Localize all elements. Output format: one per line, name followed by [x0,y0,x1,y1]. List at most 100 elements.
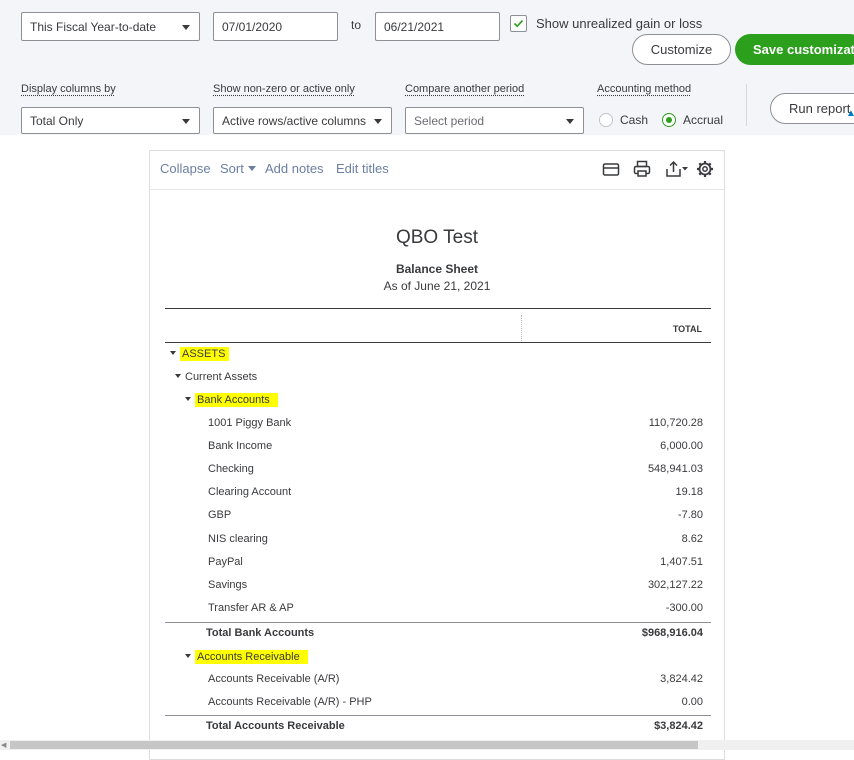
run-report-button[interactable]: Run report [770,93,854,124]
row-value[interactable]: 19.18 [675,486,703,498]
header-bottom-rule [165,342,711,343]
print-icon[interactable] [632,159,652,179]
sort-label: Sort [220,161,244,176]
section-row-bank-accounts[interactable]: Bank Accounts [165,390,711,413]
row-label: Total Accounts Receivable [206,720,345,732]
email-icon[interactable] [601,159,621,179]
row-label: Accounts Receivable (A/R) - PHP [208,696,372,708]
table-row[interactable]: Accounts Receivable (A/R) 3,824.42 [165,669,711,692]
compare-period-select[interactable]: Select period [405,107,584,134]
report-title: Balance Sheet [150,262,724,276]
chevron-down-icon [374,119,382,124]
row-value[interactable]: 110,720.28 [649,417,703,429]
date-range-value: This Fiscal Year-to-date [30,20,156,34]
run-report-dropdown-icon[interactable]: ▲ [846,108,854,119]
row-value[interactable]: -7.80 [678,509,703,521]
table-row[interactable]: Bank Income 6,000.00 [165,436,711,459]
row-label: Bank Accounts [195,393,278,407]
save-customization-button[interactable]: Save customizatio [735,34,854,65]
row-value[interactable]: 1,407.51 [660,556,703,568]
table-row[interactable]: Savings 302,127.22 [165,575,711,598]
row-value[interactable]: 0.00 [682,696,703,708]
table-row[interactable]: Accounts Receivable (A/R) - PHP 0.00 [165,692,711,715]
customize-button[interactable]: Customize [632,34,731,65]
header-top-rule [165,308,711,309]
edit-titles-link[interactable]: Edit titles [336,161,389,176]
table-row[interactable]: Clearing Account 19.18 [165,482,711,505]
unrealized-label: Show unrealized gain or loss [536,16,702,31]
company-name: QBO Test [150,227,724,249]
collapse-triangle-icon[interactable] [170,351,176,355]
checkmark-icon [511,16,526,31]
chevron-down-icon [182,119,190,124]
divider [746,84,747,126]
collapse-triangle-icon[interactable] [185,397,191,401]
row-label: Clearing Account [208,486,291,498]
report-toolbar: Collapse Sort Add notes Edit titles [150,151,724,190]
row-label: GBP [208,509,231,521]
date-range-select[interactable]: This Fiscal Year-to-date [21,12,200,41]
collapse-triangle-icon[interactable] [185,654,191,658]
compare-period-value: Select period [414,114,484,128]
display-columns-select[interactable]: Total Only [21,107,200,134]
row-label: Accounts Receivable (A/R) [208,673,339,685]
row-label: Transfer AR & AP [208,602,294,614]
scrollbar-thumb[interactable] [10,741,698,749]
table-row[interactable]: Checking 548,941.03 [165,459,711,482]
row-value[interactable]: -300.00 [666,602,703,614]
row-value[interactable]: $3,824.42 [654,720,703,732]
chevron-down-icon [248,166,256,171]
row-label: Current Assets [185,371,257,383]
add-notes-link[interactable]: Add notes [265,161,324,176]
row-label: Savings [208,579,247,591]
total-row-accounts-receivable[interactable]: Total Accounts Receivable $3,824.42 [165,716,711,739]
start-date-input[interactable]: 07/01/2020 [213,12,338,41]
table-row[interactable]: Transfer AR & AP -300.00 [165,598,711,621]
horizontal-scrollbar[interactable]: ◀ [0,740,854,750]
table-row[interactable]: 1001 Piggy Bank 110,720.28 [165,413,711,436]
column-divider [521,315,522,341]
display-columns-label: Display columns by [21,83,116,95]
row-label: 1001 Piggy Bank [208,417,291,429]
export-icon[interactable] [664,159,690,179]
chevron-down-icon [566,119,574,124]
row-label: NIS clearing [208,533,268,545]
section-row-accounts-receivable[interactable]: Accounts Receivable [165,647,711,670]
row-value[interactable]: 548,941.03 [648,463,703,475]
table-row[interactable]: PayPal 1,407.51 [165,552,711,575]
row-value[interactable]: 302,127.22 [648,579,703,591]
row-label: Accounts Receivable [195,650,308,664]
report-panel: Collapse Sort Add notes Edit titles QBO … [149,150,725,760]
collapse-triangle-icon[interactable] [175,374,181,378]
sort-link[interactable]: Sort [220,161,256,176]
scroll-left-arrow-icon[interactable]: ◀ [1,741,6,749]
row-label: Checking [208,463,254,475]
row-value[interactable]: 6,000.00 [660,440,703,452]
row-value[interactable]: $968,916.04 [642,627,703,639]
row-label: ASSETS [180,347,229,361]
start-date-value: 07/01/2020 [222,20,282,34]
row-value[interactable]: 3,824.42 [660,673,703,685]
nonzero-label: Show non-zero or active only [213,83,355,95]
nonzero-value: Active rows/active columns [222,114,366,128]
total-row-bank-accounts[interactable]: Total Bank Accounts $968,916.04 [165,623,711,646]
nonzero-select[interactable]: Active rows/active columns [213,107,392,134]
end-date-value: 06/21/2021 [384,20,444,34]
row-value[interactable]: 8.62 [682,533,703,545]
table-row[interactable]: NIS clearing 8.62 [165,529,711,552]
accrual-radio[interactable] [662,113,676,127]
run-report-label: Run report [789,101,850,116]
row-label: Bank Income [208,440,272,452]
table-row[interactable]: GBP -7.80 [165,505,711,528]
chevron-down-icon [182,25,190,30]
unrealized-checkbox[interactable] [510,15,527,32]
section-row-current-assets[interactable]: Current Assets [165,367,711,390]
row-label: PayPal [208,556,243,568]
column-header-total: TOTAL [673,324,702,334]
report-filter-bar: This Fiscal Year-to-date 07/01/2020 to 0… [0,0,854,135]
collapse-link[interactable]: Collapse [160,161,211,176]
end-date-input[interactable]: 06/21/2021 [375,12,500,41]
section-row-assets[interactable]: ASSETS [165,344,711,367]
cash-radio[interactable] [599,113,613,127]
settings-icon[interactable] [695,159,715,179]
